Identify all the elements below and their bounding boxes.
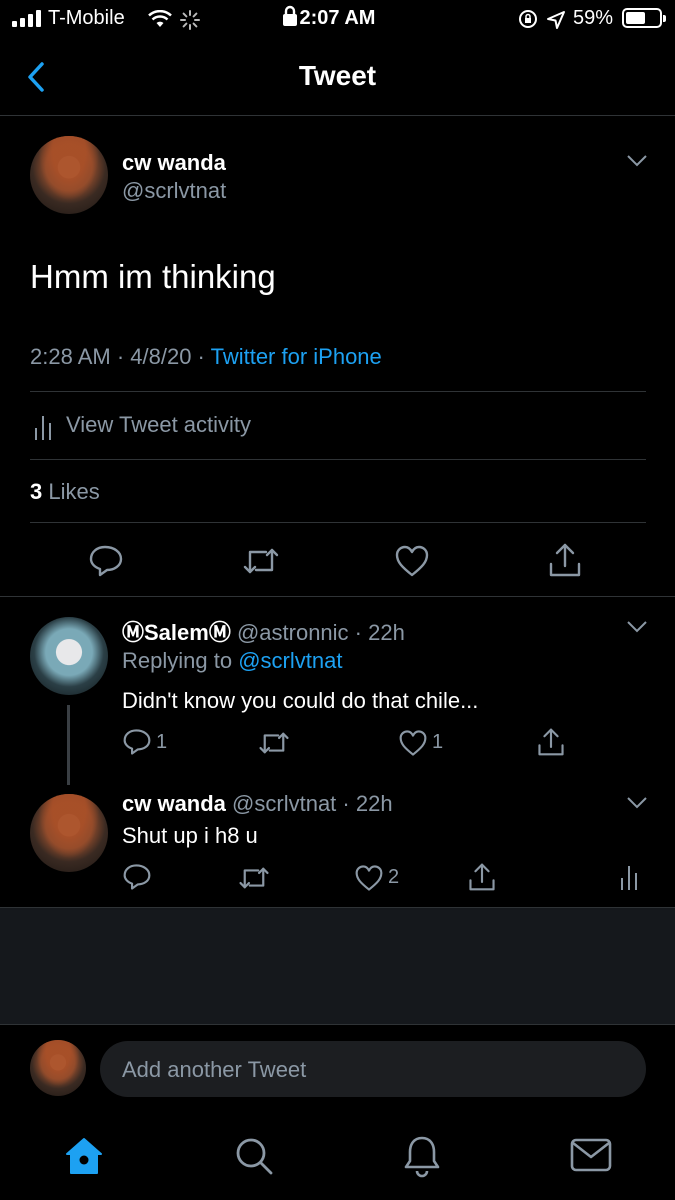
- tweet-meta: 2:28 AM · 4/8/20 · Twitter for iPhone: [30, 344, 382, 370]
- reply-icon[interactable]: [122, 863, 152, 891]
- reply-icon[interactable]: [122, 728, 152, 756]
- reply-avatar[interactable]: [30, 794, 108, 872]
- likes-label: Likes: [42, 479, 100, 504]
- reply-author-name[interactable]: cw wanda: [122, 791, 226, 816]
- view-tweet-activity-row[interactable]: View Tweet activity: [30, 412, 330, 442]
- view-tweet-activity-label: View Tweet activity: [66, 412, 252, 437]
- battery-percent: 59%: [573, 7, 614, 29]
- reply-author-handle[interactable]: @astronnic: [237, 620, 349, 645]
- reply-header: cw wanda @scrlvtnat · 22h: [122, 791, 393, 817]
- reply-time: · 22h: [348, 620, 405, 645]
- activity-chart-icon: [35, 416, 51, 440]
- add-tweet-input[interactable]: Add another Tweet: [100, 1041, 646, 1097]
- divider: [0, 596, 675, 597]
- chevron-down-icon[interactable]: [626, 620, 648, 634]
- replying-to: Replying to @scrlvtnat: [122, 648, 343, 673]
- retweet-icon[interactable]: [238, 865, 270, 891]
- page-title: Tweet: [298, 60, 377, 91]
- like-heart-icon[interactable]: [394, 544, 430, 578]
- reply-author-handle[interactable]: @scrlvtnat: [232, 791, 336, 816]
- chevron-down-icon[interactable]: [626, 154, 648, 168]
- composer-avatar: [30, 1040, 86, 1096]
- like-count: 1: [432, 731, 444, 753]
- likes-count-link[interactable]: 3 Likes: [30, 479, 100, 505]
- thread-line: [67, 705, 70, 785]
- notifications-icon[interactable]: [402, 1134, 442, 1178]
- reply-avatar[interactable]: [30, 617, 108, 695]
- reply-text: Didn't know you could do that chile...: [122, 688, 479, 713]
- reply-text: Shut up i h8 u: [122, 823, 258, 848]
- divider: [30, 459, 646, 460]
- orientation-lock-icon: [519, 10, 537, 28]
- nav-header: Tweet: [0, 38, 675, 116]
- chevron-down-icon[interactable]: [626, 796, 648, 810]
- reply-header: ⓂSalemⓂ @astronnic · 22h: [122, 615, 405, 647]
- reply-icon[interactable]: [88, 544, 124, 578]
- home-icon[interactable]: [64, 1136, 104, 1176]
- share-icon[interactable]: [537, 726, 565, 758]
- tweet-detail-screen: T-Mobile 2:07 AM 59% Tweet cw wanda @scr…: [0, 0, 675, 1200]
- messages-icon[interactable]: [570, 1138, 612, 1172]
- retweet-icon[interactable]: [258, 730, 290, 756]
- author-name[interactable]: cw wanda: [122, 150, 226, 176]
- activity-chart-icon[interactable]: [620, 864, 638, 890]
- author-avatar[interactable]: [30, 136, 108, 214]
- like-heart-icon[interactable]: [354, 864, 384, 892]
- reply-time: · 22h: [336, 791, 393, 816]
- author-handle[interactable]: @scrlvtnat: [122, 178, 226, 204]
- reply-count: 1: [156, 731, 168, 753]
- search-icon[interactable]: [234, 1136, 274, 1176]
- divider: [30, 391, 646, 392]
- share-icon[interactable]: [468, 861, 496, 893]
- share-icon[interactable]: [548, 542, 582, 578]
- divider: [0, 1024, 675, 1025]
- tab-bar: [0, 1112, 675, 1200]
- battery-icon: [622, 8, 666, 28]
- location-icon: [547, 11, 565, 29]
- likes-count: 3: [30, 479, 43, 504]
- status-bar: T-Mobile 2:07 AM 59%: [0, 0, 675, 38]
- tweet-source-link[interactable]: Twitter for iPhone: [211, 344, 382, 369]
- replying-to-handle[interactable]: @scrlvtnat: [238, 648, 342, 673]
- like-heart-icon[interactable]: [398, 729, 428, 757]
- tweet-timestamp: 2:28 AM · 4/8/20 ·: [30, 344, 211, 369]
- reply-author-name[interactable]: ⓂSalemⓂ: [122, 620, 231, 645]
- empty-space: [0, 908, 675, 1024]
- tweet-text: Hmm im thinking: [30, 258, 276, 295]
- like-count: 2: [388, 866, 400, 888]
- divider: [30, 522, 646, 523]
- retweet-icon[interactable]: [242, 546, 280, 576]
